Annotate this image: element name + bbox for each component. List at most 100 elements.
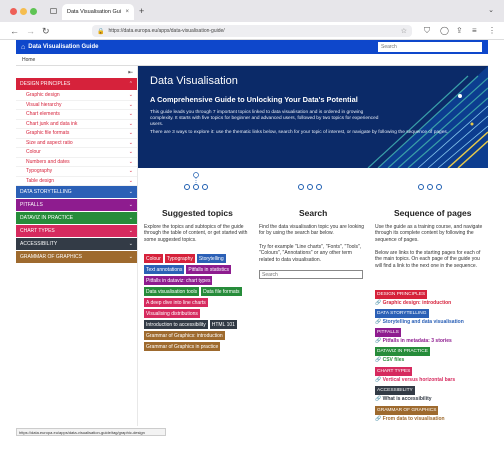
topic-tag[interactable]: Visualising distributions xyxy=(144,309,200,318)
chevron-down-icon[interactable]: ⌄ xyxy=(129,241,133,247)
sequence-topic-tag[interactable]: ACCESSIBILITY xyxy=(375,386,415,395)
breadcrumb: Home xyxy=(16,54,488,66)
sidebar-section-chart-types[interactable]: CHART TYPES ⌄ xyxy=(16,225,137,237)
sequence-topic-tag[interactable]: GRAMMAR OF GRAPHICS xyxy=(375,406,439,415)
tab-title: Data Visualisation Guide xyxy=(67,9,122,15)
sidebar-item[interactable]: Visual hierarchy ⌄ xyxy=(16,101,137,110)
sidebar-item[interactable]: Colour ⌄ xyxy=(16,148,137,158)
sidebar-item[interactable]: Chart elements ⌄ xyxy=(16,110,137,120)
new-tab-button[interactable]: + xyxy=(139,6,144,16)
sidebar-section-dataviz-in-practice[interactable]: DATAVIZ IN PRACTICE ⌄ xyxy=(16,212,137,224)
topic-tag[interactable]: Typography xyxy=(164,254,195,263)
sidebar-item[interactable]: Numbers and dates ⌄ xyxy=(16,158,137,167)
header-search-input[interactable] xyxy=(378,42,482,52)
topic-tag[interactable]: Text annotations xyxy=(144,265,185,274)
account-icon[interactable]: ◯ xyxy=(440,25,449,37)
sequence-item: CHART TYPES 🔗 Vertical versus horizontal … xyxy=(375,367,487,383)
chevron-down-icon[interactable]: ⌄ xyxy=(129,102,133,108)
hero-subtitle: A Comprehensive Guide to Unlocking Your … xyxy=(150,95,358,104)
address-bar[interactable]: 🔒 https://data.europa.eu/apps/data-visua… xyxy=(92,25,412,37)
chevron-down-icon[interactable]: ⌄ xyxy=(129,140,133,146)
sequence-item: DATAVIZ IN PRACTICE 🔗 CSV files xyxy=(375,347,487,363)
sequence-topic-tag[interactable]: DESIGN PRINCIPLES xyxy=(375,290,428,299)
sequence-start-link[interactable]: 🔗 Vertical versus horizontal bars xyxy=(375,377,487,383)
sidebar-section-label: CHART TYPES xyxy=(20,228,55,234)
sequence-start-link[interactable]: 🔗 Pitfalls in metadata: 3 stories xyxy=(375,338,487,344)
topic-tag[interactable]: Grammar of Graphics in practice xyxy=(144,342,221,351)
sequence-topic-tag[interactable]: DATAVIZ IN PRACTICE xyxy=(375,347,430,356)
chevron-down-icon[interactable]: ⌄ xyxy=(129,215,133,221)
sidebar-item[interactable]: Size and aspect ratio ⌄ xyxy=(16,139,137,148)
sequence-topic-tag[interactable]: PITFALLS xyxy=(375,328,401,337)
topic-tag[interactable]: Pitfalls in statistics xyxy=(186,265,231,274)
collapse-sidebar-icon[interactable]: ⇤ xyxy=(16,66,137,78)
menu-icon[interactable]: ⋮ xyxy=(488,25,496,37)
browser-tab[interactable]: Data Visualisation Guide × xyxy=(62,4,134,20)
maximize-window-button[interactable] xyxy=(30,8,37,15)
share-icon[interactable]: ⇪ xyxy=(456,25,463,37)
sidebar-item[interactable]: Table design ⌄ xyxy=(16,177,137,186)
shield-icon[interactable]: ⛉ xyxy=(424,25,430,37)
sequence-text-2: Below are links to the starting pages fo… xyxy=(375,250,481,269)
sidebar-section-pitfalls[interactable]: PITFALLS ⌄ xyxy=(16,199,137,211)
topic-tag[interactable]: Introduction to accessibility xyxy=(144,320,208,329)
sequence-start-link[interactable]: 🔗 What is accessibility xyxy=(375,396,487,402)
chevron-down-icon[interactable]: ⌄ xyxy=(129,111,133,117)
sequence-topic-tag[interactable]: DATA STORYTELLING xyxy=(375,309,429,318)
hero-explore-text: There are 3 ways to explore it: use the … xyxy=(150,130,449,135)
topic-tag[interactable]: A deep dive into line charts xyxy=(144,298,208,307)
sidebar-section-accessibility[interactable]: ACCESSIBILITY ⌄ xyxy=(16,238,137,250)
topic-tag[interactable]: Storytelling xyxy=(196,254,226,263)
sidebar-section-design-principles[interactable]: DESIGN PRINCIPLES ⌃ xyxy=(16,78,137,90)
sidebar-item-label: Size and aspect ratio xyxy=(26,139,73,146)
home-icon[interactable]: ⌂ xyxy=(21,44,25,51)
sidebar-toggle-icon[interactable] xyxy=(50,8,57,14)
sequence-start-link[interactable]: 🔗 From data to visualisation xyxy=(375,416,487,422)
sequence-start-link[interactable]: 🔗 Storytelling and data visualisation xyxy=(375,319,487,325)
chevron-down-icon[interactable]: ⌄ xyxy=(129,130,133,136)
sidebar-item[interactable]: Graphic file formats ⌄ xyxy=(16,129,137,139)
suggested-topics-icon xyxy=(184,184,208,190)
chevron-down-icon[interactable]: ⌄ xyxy=(129,149,133,155)
chevron-up-icon[interactable]: ⌃ xyxy=(129,81,133,87)
sequence-topic-tag[interactable]: CHART TYPES xyxy=(375,367,413,376)
sidebar-section-grammar-of-graphics[interactable]: GRAMMAR OF GRAPHICS ⌄ xyxy=(16,251,137,263)
sidebar-item[interactable]: Chart junk and data ink ⌄ xyxy=(16,120,137,129)
pin-marker-icon xyxy=(193,172,199,184)
topic-tag[interactable]: Grammar of Graphics: introduction xyxy=(144,331,225,340)
back-icon[interactable]: ← xyxy=(10,25,19,37)
topic-tag[interactable]: Data file formats xyxy=(201,287,242,296)
site-title[interactable]: Data Visualisation Guide xyxy=(28,44,98,50)
sidebar-item[interactable]: Typography ⌄ xyxy=(16,167,137,177)
chevron-down-icon[interactable]: ⌄ xyxy=(129,159,133,165)
topic-tag[interactable]: Pitfalls in dataviz: chart types xyxy=(144,276,213,285)
chevron-down-icon[interactable]: ⌄ xyxy=(129,189,133,195)
chevron-down-icon[interactable]: ⌄ xyxy=(129,168,133,174)
forward-icon[interactable]: → xyxy=(26,25,35,37)
sequence-start-link[interactable]: 🔗 CSV files xyxy=(375,357,487,363)
tab-close-icon[interactable]: × xyxy=(125,9,129,15)
minimize-window-button[interactable] xyxy=(20,8,27,15)
bookmark-star-icon[interactable]: ☆ xyxy=(401,27,407,35)
sidebar-item-label: Table design xyxy=(26,177,55,184)
reload-icon[interactable]: ↻ xyxy=(42,25,50,37)
sidebar-item-label: Colour xyxy=(26,149,41,156)
topic-tag[interactable]: Colour xyxy=(144,254,163,263)
topic-tag[interactable]: Data visualisation tools xyxy=(144,287,200,296)
hero-intro-text: This guide leads you through 7 important… xyxy=(150,110,379,128)
chevron-down-icon[interactable]: ⌄ xyxy=(129,254,133,260)
sequence-start-link[interactable]: 🔗 Graphic design: introduction xyxy=(375,300,487,306)
topic-tag[interactable]: HTML 101 xyxy=(209,320,237,329)
search-input[interactable] xyxy=(259,270,363,279)
chevron-down-icon[interactable]: ⌄ xyxy=(129,228,133,234)
chevron-down-icon[interactable]: ⌄ xyxy=(129,121,133,127)
chevron-down-icon[interactable]: ⌄ xyxy=(129,92,133,98)
chevron-down-icon[interactable]: ⌄ xyxy=(129,202,133,208)
close-window-button[interactable] xyxy=(10,8,17,15)
breadcrumb-home[interactable]: Home xyxy=(22,57,35,63)
chevron-down-icon[interactable]: ⌄ xyxy=(129,178,133,184)
tab-list-chevron-icon[interactable]: ⌄ xyxy=(488,6,494,14)
extensions-icon[interactable]: ≡ xyxy=(472,25,477,37)
sidebar-item[interactable]: Graphic design ⌄ xyxy=(16,91,137,101)
sidebar-section-data-storytelling[interactable]: DATA STORYTELLING ⌄ xyxy=(16,186,137,198)
